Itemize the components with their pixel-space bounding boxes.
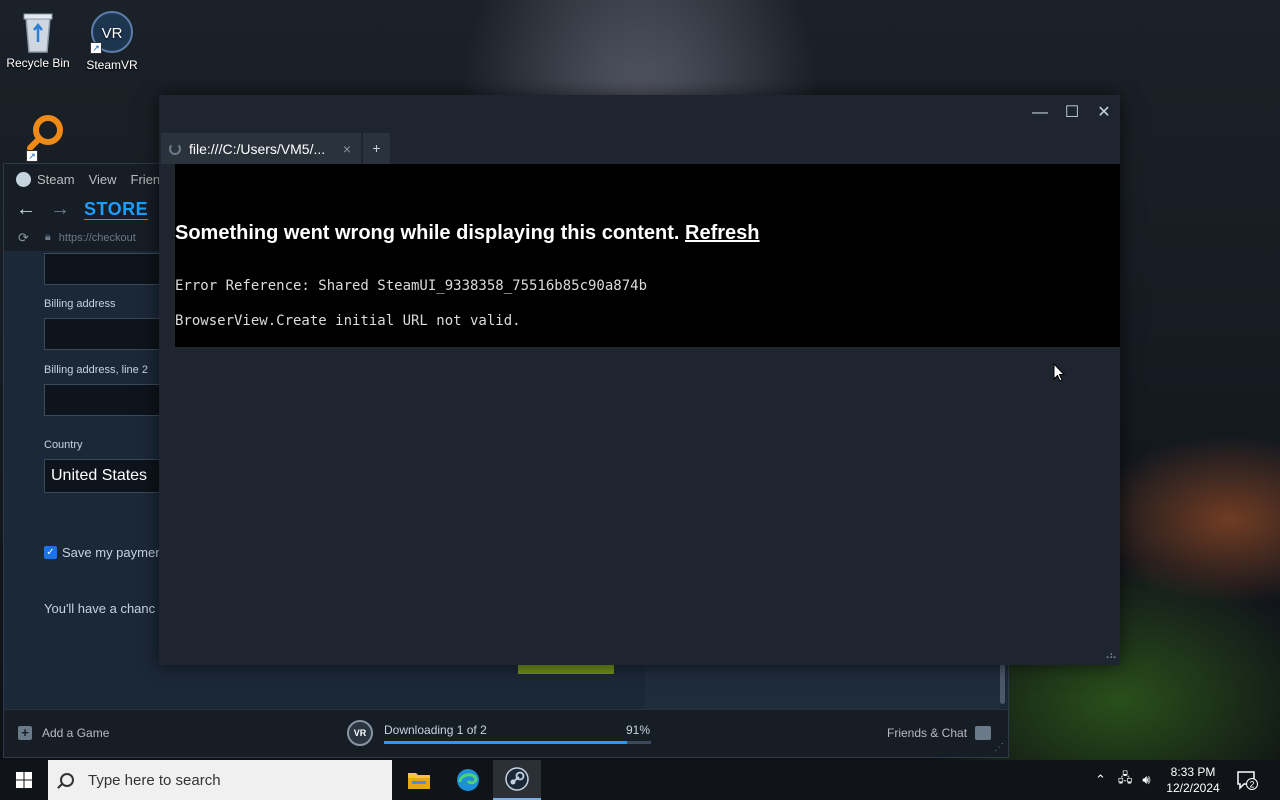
- tab-file-url[interactable]: file:///C:/Users/VM5/... ×: [161, 133, 361, 164]
- add-game-button[interactable]: + Add a Game: [18, 726, 109, 740]
- save-payment-checkbox[interactable]: ✓ Save my paymen: [44, 545, 162, 560]
- steam-bottom-bar: + Add a Game VR Downloading 1 of 2 91% F…: [4, 709, 1008, 757]
- loading-spinner-icon: [169, 142, 181, 155]
- steamvr-icon: VR ↗: [90, 10, 134, 54]
- recycle-bin-label: Recycle Bin: [6, 56, 70, 70]
- recycle-bin-icon: [16, 8, 60, 53]
- tab-close-icon[interactable]: ×: [343, 141, 351, 157]
- new-tab-button[interactable]: +: [363, 133, 390, 164]
- billing-address2-field[interactable]: [44, 384, 164, 416]
- show-hidden-icons-chevron-icon[interactable]: ⌃: [1095, 772, 1106, 788]
- plus-icon: +: [18, 726, 32, 740]
- error-heading-text: Something went wrong while displaying th…: [175, 222, 686, 244]
- error-heading: Something went wrong while displaying th…: [175, 222, 760, 245]
- refresh-link[interactable]: Refresh: [685, 222, 759, 244]
- mouse-cursor-icon: [1053, 363, 1065, 382]
- tab-bar: file:///C:/Users/VM5/... × +: [159, 131, 1120, 164]
- country-label: Country: [44, 439, 83, 451]
- error-content: Something went wrong while displaying th…: [175, 164, 1120, 347]
- nav-store-tab[interactable]: STORE: [84, 199, 148, 220]
- forward-arrow-icon[interactable]: →: [50, 198, 70, 221]
- scrollbar[interactable]: [1000, 664, 1005, 704]
- search-placeholder: Type here to search: [88, 771, 221, 789]
- taskbar-clock[interactable]: 8:33 PM 12/2/2024: [1158, 764, 1228, 796]
- start-button[interactable]: [0, 760, 48, 800]
- search-icon: [60, 773, 74, 787]
- edge-browser-icon: [457, 769, 479, 791]
- file-explorer-taskbar-button[interactable]: [395, 760, 443, 800]
- steamvr-label: SteamVR: [86, 58, 138, 72]
- shortcut-arrow-icon: ↗: [26, 150, 38, 162]
- popup-titlebar[interactable]: — ☐ ✕: [159, 95, 1120, 131]
- url-text: https://checkout: [58, 231, 136, 244]
- taskbar-search[interactable]: Type here to search: [48, 760, 392, 800]
- order-summary-panel: [645, 664, 1000, 712]
- volume-icon[interactable]: 🔊︎: [1142, 772, 1150, 788]
- purchase-button[interactable]: [518, 664, 614, 674]
- menu-view[interactable]: View: [89, 172, 117, 187]
- lock-icon: 🔒︎: [44, 231, 51, 243]
- add-game-label: Add a Game: [42, 726, 110, 740]
- close-window-button[interactable]: ✕: [1089, 101, 1119, 125]
- billing-address-field[interactable]: [44, 318, 164, 350]
- shortcut-arrow-icon: ↗: [90, 42, 102, 54]
- checkbox-checked-icon[interactable]: ✓: [44, 546, 57, 559]
- windows-logo-icon: [16, 772, 32, 788]
- orange-app-desktop-icon[interactable]: ↗: [4, 112, 80, 162]
- maximize-button[interactable]: ☐: [1057, 101, 1087, 125]
- friends-icon: [975, 726, 992, 740]
- resize-grip-icon[interactable]: ⋰: [994, 742, 1004, 753]
- download-percent: 91%: [626, 723, 651, 737]
- steamvr-download-icon[interactable]: VR: [347, 720, 373, 746]
- country-select[interactable]: United States: [44, 459, 164, 493]
- notification-icon: 2: [1237, 771, 1258, 790]
- download-progress-fill: [384, 741, 627, 744]
- save-payment-label: Save my paymen: [62, 545, 163, 560]
- taskbar: Type here to search ⌃ 🖧︎ 🔊︎ 8:33 PM 12/2…: [0, 760, 1280, 800]
- notification-count: 2: [1249, 780, 1254, 790]
- edge-taskbar-button[interactable]: [444, 760, 492, 800]
- friends-chat-label: Friends & Chat: [887, 726, 968, 740]
- back-arrow-icon[interactable]: ←: [16, 198, 36, 221]
- svg-text:VR: VR: [102, 25, 123, 42]
- billing-address2-label: Billing address, line 2: [44, 364, 148, 376]
- minimize-button[interactable]: —: [1025, 101, 1055, 125]
- clock-time: 8:33 PM: [1170, 765, 1216, 779]
- steam-logo-icon: [16, 171, 31, 187]
- magnifier-app-icon: ↗: [20, 112, 64, 162]
- network-icon[interactable]: 🖧︎: [1118, 769, 1133, 791]
- reload-icon[interactable]: ⟳: [18, 230, 29, 246]
- error-message: BrowserView.Create initial URL not valid…: [175, 313, 521, 329]
- address-prev-field[interactable]: [44, 253, 164, 285]
- recycle-bin-desktop-icon[interactable]: Recycle Bin: [0, 8, 76, 70]
- system-tray: ⌃ 🖧︎ 🔊︎: [1095, 760, 1151, 800]
- browser-popup-window: — ☐ ✕ file:///C:/Users/VM5/... × + Somet…: [159, 95, 1120, 665]
- billing-address-label: Billing address: [44, 298, 116, 310]
- steam-icon: [505, 767, 529, 791]
- steam-taskbar-button[interactable]: [493, 760, 541, 800]
- tab-title: file:///C:/Users/VM5/...: [189, 140, 326, 157]
- download-progress-bar: [384, 741, 651, 744]
- action-center-button[interactable]: 2: [1236, 770, 1258, 790]
- menu-steam[interactable]: Steam: [37, 172, 75, 187]
- review-note: You'll have a chanc: [44, 601, 156, 616]
- popup-resize-grip-icon[interactable]: ⠠⠦: [1102, 649, 1117, 662]
- steamvr-desktop-icon[interactable]: VR ↗ SteamVR: [74, 10, 150, 72]
- clock-date: 12/2/2024: [1166, 781, 1220, 795]
- friends-chat-button[interactable]: Friends & Chat: [887, 726, 992, 740]
- folder-icon: [408, 773, 430, 789]
- error-reference: Error Reference: Shared SteamUI_9338358_…: [175, 278, 648, 294]
- download-status-text[interactable]: Downloading 1 of 2: [384, 723, 487, 737]
